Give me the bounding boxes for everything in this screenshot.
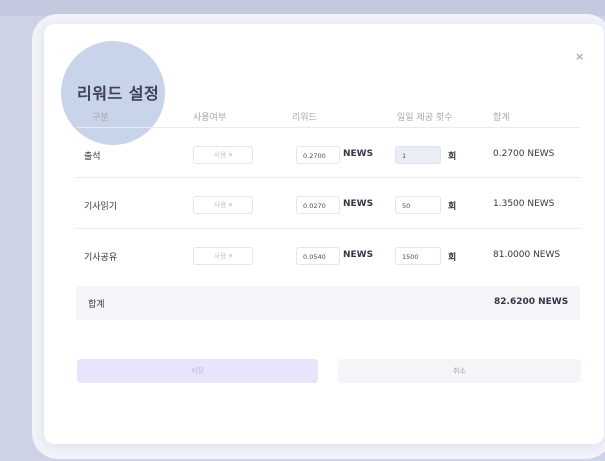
row-total-article-share: 81.0000 NEWS [493,250,561,260]
reward-unit: NEWS [343,250,374,260]
use-select-article-read[interactable]: 사용 ▾ [193,196,253,214]
use-select-article-share[interactable]: 사용 ▾ [193,247,253,265]
save-button[interactable]: 저장 [77,359,318,383]
count-input-attendance[interactable]: 1 [395,146,441,164]
header-category: 구분 [92,113,109,123]
row-name-attendance: 출석 [84,152,101,162]
count-input-article-read[interactable]: 50 [395,196,441,214]
reward-input-attendance[interactable]: 0.2700 [296,146,340,164]
row-divider [76,228,580,229]
count-unit: 회 [448,152,457,162]
summary-total: 82.6200 NEWS [494,297,569,307]
reward-input-article-read[interactable]: 0.0270 [296,196,340,214]
row-name-article-read: 기사읽기 [84,202,118,212]
count-unit: 회 [448,253,457,263]
row-divider [76,177,580,178]
header-reward: 리워드 [292,113,317,123]
reward-input-article-share[interactable]: 0.0540 [296,247,340,265]
count-unit: 회 [448,202,457,212]
header-use: 사용여부 [193,113,227,123]
row-total-attendance: 0.2700 NEWS [493,149,555,159]
modal-title: 리워드 설정 [77,84,160,103]
use-select-attendance[interactable]: 사용 ▾ [193,146,253,164]
row-total-article-read: 1.3500 NEWS [493,199,555,209]
header-divider [76,127,580,128]
header-daily-count: 일일 제공 횟수 [397,113,453,123]
close-icon[interactable]: × [575,50,584,63]
reward-unit: NEWS [343,199,374,209]
row-name-article-share: 기사공유 [84,253,118,263]
reward-unit: NEWS [343,149,374,159]
cancel-button[interactable]: 취소 [338,359,581,383]
header-total: 합계 [493,113,510,123]
count-input-article-share[interactable]: 1500 [395,247,441,265]
summary-label: 합계 [88,300,105,310]
